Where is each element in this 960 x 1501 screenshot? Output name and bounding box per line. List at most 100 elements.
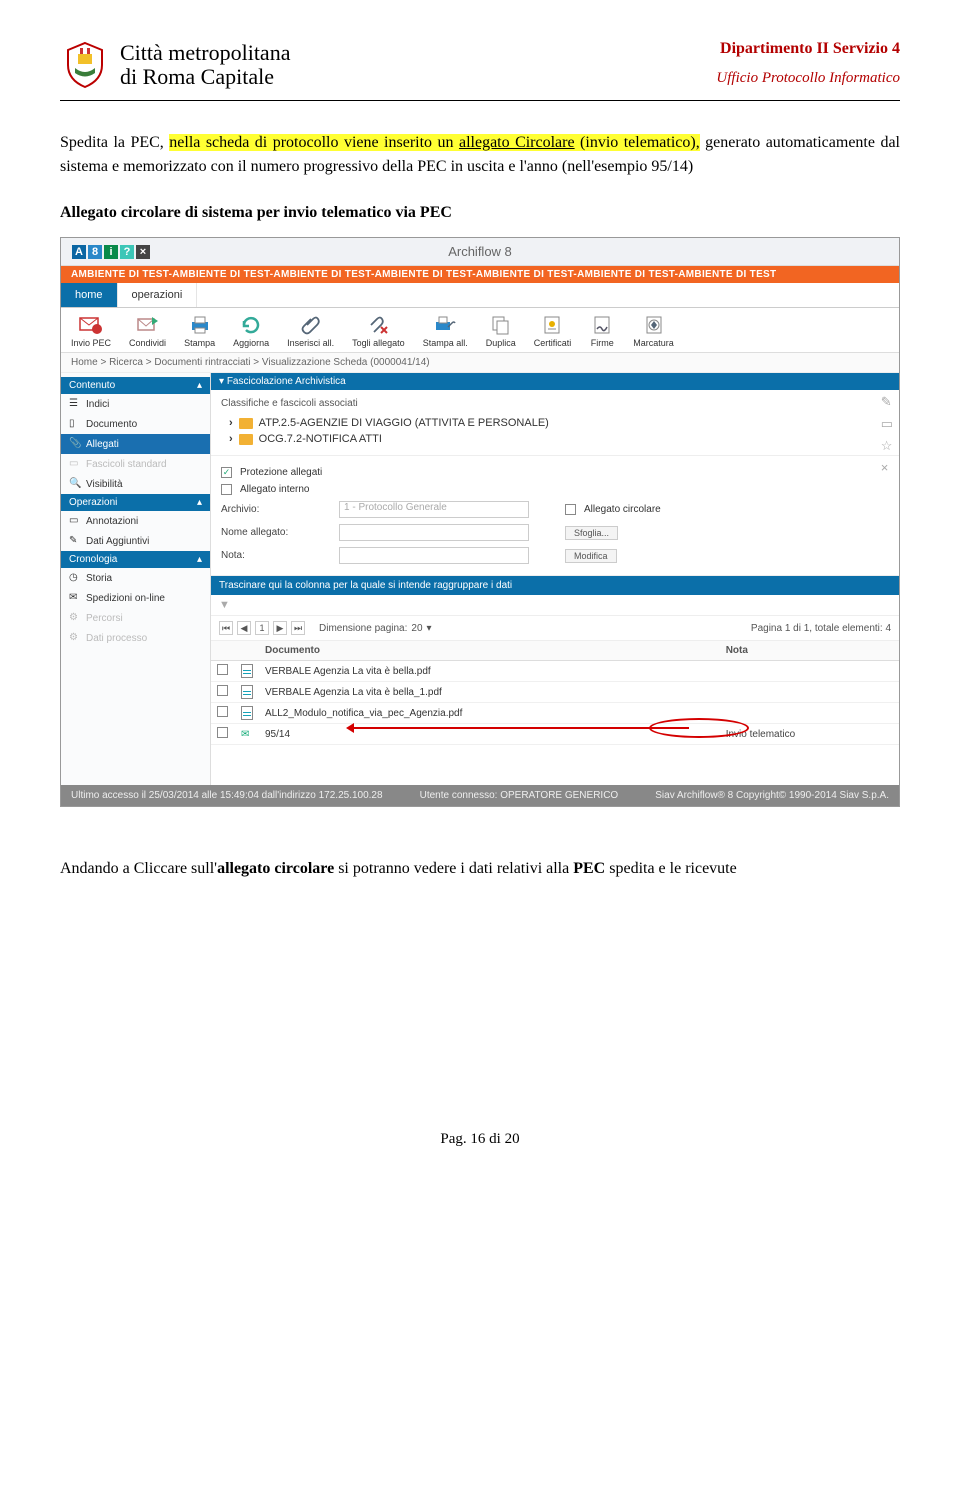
tool-stampa[interactable]: Stampa (184, 314, 215, 348)
collapse-icon: ▴ (197, 554, 202, 565)
pager-info: Pagina 1 di 1, totale elementi: 4 (751, 623, 891, 634)
paperclip-icon (298, 314, 324, 336)
filter-icon[interactable]: ▼ (211, 595, 899, 616)
page-size-select[interactable]: 20 (411, 623, 422, 634)
col-documento[interactable]: Documento (259, 641, 720, 661)
file-icon (241, 664, 253, 678)
file-icon (241, 706, 253, 720)
list-icon: ☰ (69, 398, 81, 410)
logo-char-8: 8 (88, 245, 102, 259)
row-nome-allegato: Nome allegato: Sfoglia... (221, 521, 889, 544)
sidebar-item-dati-aggiuntivi[interactable]: ✎Dati Aggiuntivi (61, 531, 210, 551)
collapse-icon: ▴ (197, 497, 202, 508)
sidebar-item-annotazioni[interactable]: ▭Annotazioni (61, 511, 210, 531)
nota-input[interactable] (339, 547, 529, 564)
tool-duplica[interactable]: Duplica (486, 314, 516, 348)
sidebar-head-cronologia[interactable]: Cronologia▴ (61, 551, 210, 568)
panel-collapsible-fascicolazione[interactable]: ▾ Fascicolazione Archivistica (211, 373, 899, 390)
mail-icon: ✉ (241, 729, 249, 740)
panel-form: Protezione allegati Allegato interno Arc… (211, 456, 899, 576)
app-head: A 8 i ? × Archiflow 8 (61, 238, 899, 266)
pager-last[interactable]: ⏭ (291, 621, 305, 635)
sidebar-head-operazioni[interactable]: Operazioni▴ (61, 494, 210, 511)
status-left: Ultimo accesso il 25/03/2014 alle 15:49:… (71, 790, 383, 801)
status-bar: Ultimo accesso il 25/03/2014 alle 15:49:… (61, 785, 899, 806)
logo-help-icon: ? (120, 245, 134, 259)
col-nota[interactable]: Nota (720, 641, 899, 661)
gear-icon: ⚙ (69, 612, 81, 624)
tree-row[interactable]: ›OCG.7.2-NOTIFICA ATTI (221, 431, 889, 447)
status-mid: Utente connesso: OPERATORE GENERICO (420, 790, 619, 801)
tree-row[interactable]: ›ATP.2.5-AGENZIE DI VIAGGIO (ATTIVITA E … (221, 415, 889, 431)
tool-aggiorna[interactable]: Aggiorna (233, 314, 269, 348)
tool-marcatura[interactable]: Marcatura (633, 314, 674, 348)
row-checkbox[interactable] (217, 664, 228, 675)
folder-icon: ▭ (69, 515, 81, 527)
edit-icon[interactable]: ✎ (881, 394, 893, 410)
dept-line: Dipartimento II Servizio 4 (716, 40, 900, 58)
sidebar-item-documento[interactable]: ▯Documento (61, 414, 210, 434)
tab-operazioni[interactable]: operazioni (118, 283, 198, 307)
pager-first[interactable]: ⏮ (219, 621, 233, 635)
row-checkbox[interactable] (217, 706, 228, 717)
file-icon (241, 685, 253, 699)
pager-prev[interactable]: ◀ (237, 621, 251, 635)
tool-stampa-all[interactable]: Stampa all. (423, 314, 468, 348)
sfoglia-button[interactable]: Sfoglia... (565, 526, 618, 540)
checkbox-interno[interactable] (221, 484, 232, 495)
row-checkbox[interactable] (217, 727, 228, 738)
tab-bar: home operazioni (61, 283, 899, 308)
sidebar-head-contenuto[interactable]: Contenuto▴ (61, 377, 210, 394)
tool-inserisci-all[interactable]: Inserisci all. (287, 314, 334, 348)
tool-togli-allegato[interactable]: Togli allegato (352, 314, 405, 348)
pager-next[interactable]: ▶ (273, 621, 287, 635)
tool-condividi[interactable]: Condividi (129, 314, 166, 348)
table-row[interactable]: ✉ 95/14 Invio telematico (211, 724, 899, 745)
attachments-grid: Documento Nota VERBALE Agenzia La vita è… (211, 641, 899, 745)
document-header: Città metropolitana di Roma Capitale Dip… (60, 40, 900, 90)
app-logo: A 8 i ? × (64, 241, 158, 263)
sidebar-item-visibilita[interactable]: 🔍Visibilità (61, 474, 210, 494)
paragraph-1: Spedita la PEC, nella scheda di protocol… (60, 131, 900, 179)
close-icon[interactable]: × (881, 460, 893, 475)
row-protezione: Protezione allegati (221, 464, 889, 481)
print-attach-icon (432, 314, 458, 336)
tool-invio-pec[interactable]: Invio PEC (71, 314, 111, 348)
sidebar-item-allegati[interactable]: 📎Allegati (61, 434, 210, 454)
star-icon[interactable]: ☆ (881, 438, 893, 454)
folder-icon[interactable]: ▭ (881, 416, 893, 432)
pager-current: 1 (255, 621, 269, 635)
checkbox-protezione[interactable] (221, 467, 232, 478)
org-line1: Città metropolitana (120, 41, 290, 65)
row-checkbox[interactable] (217, 685, 228, 696)
tool-firme[interactable]: Firme (589, 314, 615, 348)
row-nota: Nota: Modifica (221, 544, 889, 567)
p1-hl-underline: allegato Circolare (459, 134, 575, 151)
table-row[interactable]: VERBALE Agenzia La vita è bella_1.pdf (211, 682, 899, 703)
app-screenshot: A 8 i ? × Archiflow 8 AMBIENTE DI TEST-A… (60, 237, 900, 807)
sidebar-item-spedizioni[interactable]: ✉Spedizioni on-line (61, 588, 210, 608)
tool-certificati[interactable]: Certificati (534, 314, 572, 348)
closing-bold-1: allegato circolare (217, 860, 334, 877)
closing-bold-2: PEC (573, 860, 605, 877)
status-right: Siav Archiflow® 8 Copyright© 1990-2014 S… (655, 790, 889, 801)
doc-icon: ▯ (69, 418, 81, 430)
sidebar-item-percorsi: ⚙Percorsi (61, 608, 210, 628)
checkbox-circolare[interactable] (565, 504, 576, 515)
nome-allegato-input[interactable] (339, 524, 529, 541)
sidebar-item-fascicoli: ▭Fascicoli standard (61, 454, 210, 474)
header-left: Città metropolitana di Roma Capitale (60, 40, 290, 90)
certificate-icon (539, 314, 565, 336)
annotation-arrow (349, 727, 689, 729)
sidebar: Contenuto▴ ☰Indici ▯Documento 📎Allegati … (61, 373, 211, 785)
archivio-select[interactable]: 1 - Protocollo Generale (339, 501, 529, 518)
table-row[interactable]: ALL2_Modulo_notifica_via_pec_Agenzia.pdf (211, 703, 899, 724)
header-right: Dipartimento II Servizio 4 Ufficio Proto… (716, 40, 900, 87)
sidebar-item-indici[interactable]: ☰Indici (61, 394, 210, 414)
panel-classifiche: Classifiche e fascicoli associati ›ATP.2… (211, 390, 899, 456)
sidebar-item-storia[interactable]: ◷Storia (61, 568, 210, 588)
tab-home[interactable]: home (61, 283, 118, 307)
table-row[interactable]: VERBALE Agenzia La vita è bella.pdf (211, 661, 899, 682)
modifica-button[interactable]: Modifica (565, 549, 617, 563)
chevron-right-icon: › (229, 417, 233, 429)
